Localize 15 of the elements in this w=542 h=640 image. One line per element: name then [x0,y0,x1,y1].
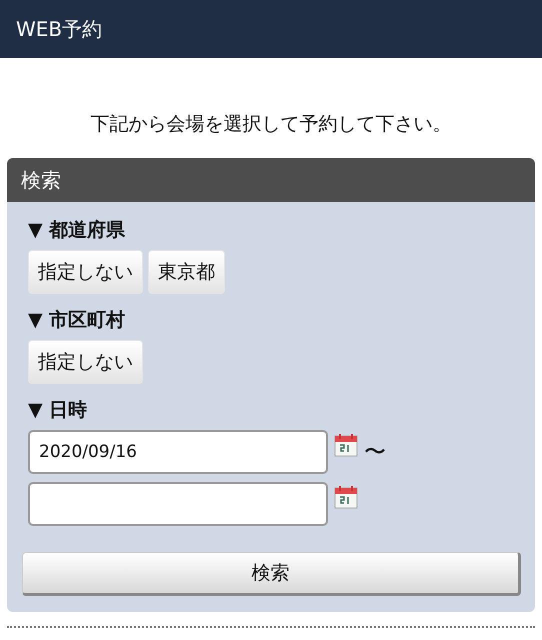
option-button[interactable]: 指定しない [28,340,143,384]
search-button[interactable]: 検索 [22,552,521,596]
section-label: ▼ 日時 [28,398,88,423]
range-separator: 〜 [364,439,386,467]
date-field[interactable]: 2020/09/16 [28,430,328,474]
calendar-icon[interactable] [334,485,358,509]
section-label: ▼ 市区町村 [28,308,126,333]
date-field[interactable] [28,482,328,526]
calendar-icon[interactable] [334,433,358,457]
section-label: ▼ 都道府県 [28,218,126,243]
option-button[interactable]: 東京都 [148,250,225,294]
panel-title: 検索 [21,166,61,194]
option-button[interactable]: 指定しない [28,250,143,294]
intro-text: 下記から会場を選択して予約して下さい。 [90,112,452,137]
page-title: WEB予約 [16,16,102,42]
